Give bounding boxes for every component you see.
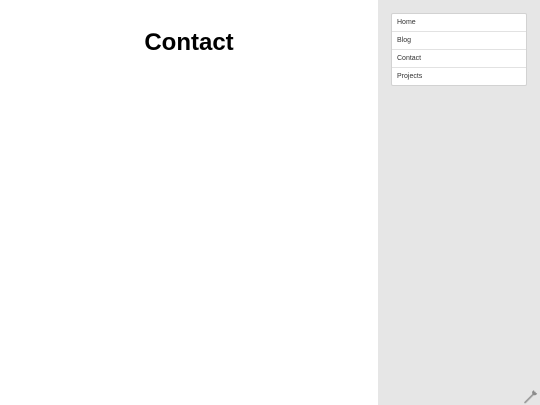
sidebar-item-projects[interactable]: Projects xyxy=(392,67,526,85)
sidebar: Home Blog Contact Projects xyxy=(378,0,540,405)
sidebar-item-contact[interactable]: Contact xyxy=(392,49,526,67)
wrench-icon[interactable] xyxy=(523,388,539,404)
main-content: Contact xyxy=(0,0,378,405)
sidebar-item-blog[interactable]: Blog xyxy=(392,31,526,49)
sidebar-nav: Home Blog Contact Projects xyxy=(391,13,527,86)
page: Contact Home Blog Contact Projects xyxy=(0,0,540,405)
page-title: Contact xyxy=(144,29,234,56)
sidebar-item-home[interactable]: Home xyxy=(392,14,526,31)
